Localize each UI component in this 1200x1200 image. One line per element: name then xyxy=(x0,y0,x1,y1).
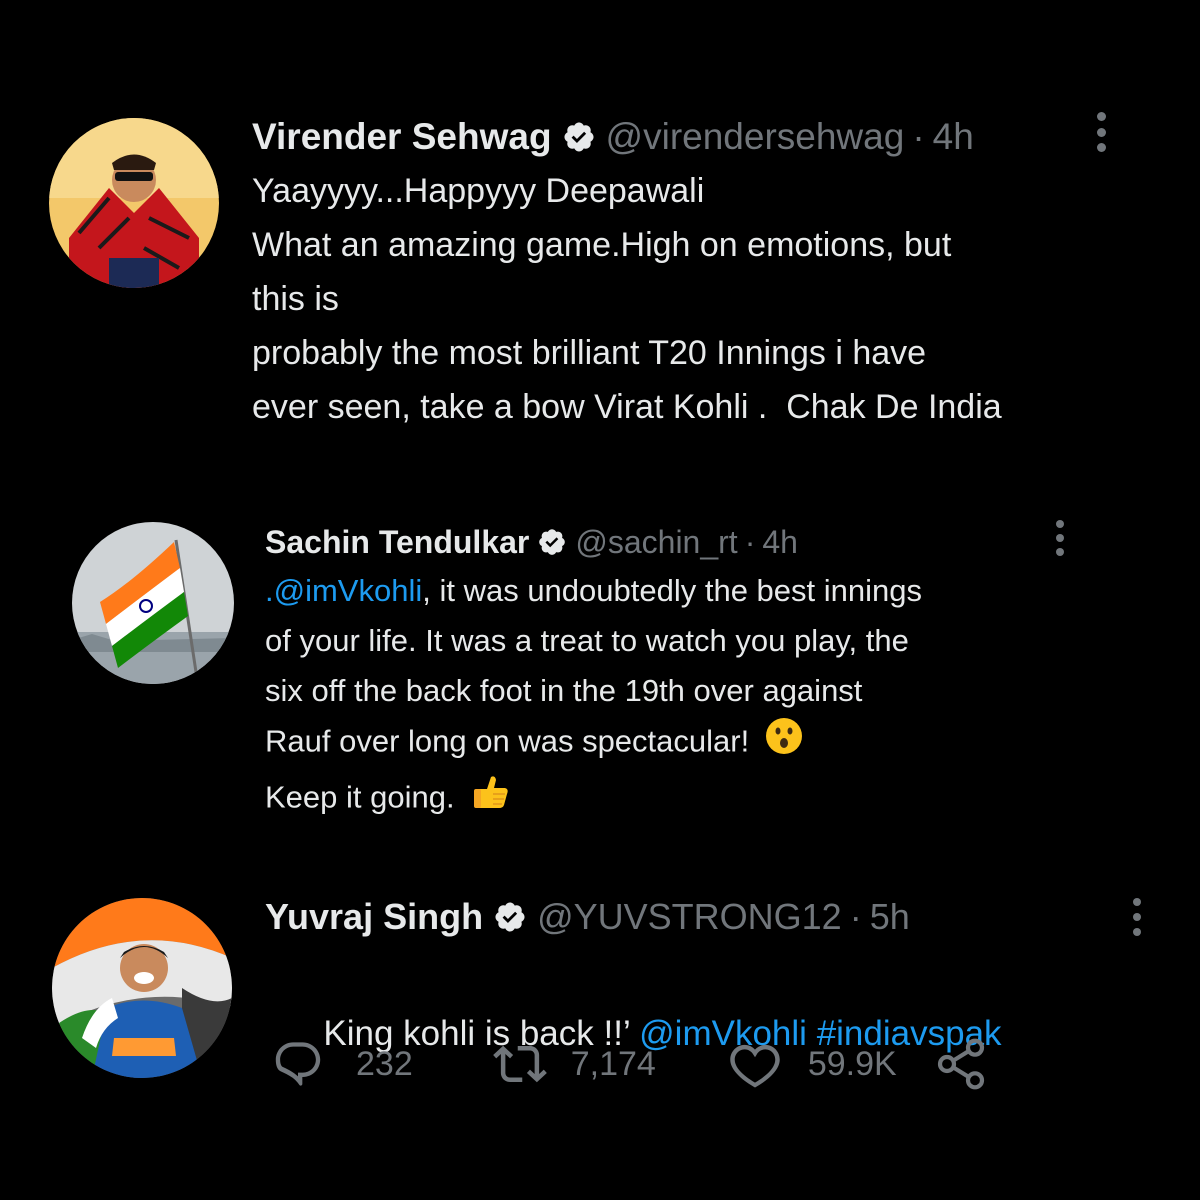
tweet-content: Virender Sehwag @virendersehwag · 4h Yaa… xyxy=(252,112,1152,434)
tweet-line: Rauf over long on was spectacular! xyxy=(265,716,1145,771)
timestamp[interactable]: 5h xyxy=(870,896,910,938)
share-button[interactable] xyxy=(933,1036,989,1092)
tweet-text: Yaayyyy...Happyyy Deepawali What an amaz… xyxy=(252,164,1152,434)
author-handle[interactable]: @virendersehwag xyxy=(606,116,905,158)
tweet-header: Virender Sehwag @virendersehwag · 4h xyxy=(252,112,1152,162)
tweet-line-text: Keep it going. xyxy=(265,779,455,815)
tweet-text: .@imVkohli, it was undoubtedly the best … xyxy=(265,566,1145,828)
like-button[interactable]: 59.9K xyxy=(728,1037,897,1091)
tweet-line: ever seen, take a bow Virat Kohli . Chak… xyxy=(252,388,1002,426)
tweet-line: this is xyxy=(252,280,339,318)
tweet-yuvraj[interactable]: Yuvraj Singh @YUVSTRONG12 · 5h King kohl… xyxy=(0,880,1200,1200)
tweet-sehwag[interactable]: Virender Sehwag @virendersehwag · 4h Yaa… xyxy=(0,0,1200,480)
separator-dot: · xyxy=(744,523,756,560)
reply-icon xyxy=(272,1038,324,1090)
share-icon xyxy=(933,1036,989,1092)
more-options-icon[interactable] xyxy=(1130,898,1144,936)
tweet-line: .@imVkohli, it was undoubtedly the best … xyxy=(265,566,1145,616)
timestamp[interactable]: 4h xyxy=(762,524,798,561)
face-with-open-mouth-emoji xyxy=(764,716,804,771)
tweet-line: Keep it going. xyxy=(265,771,1145,828)
avatar-yuvraj[interactable] xyxy=(52,898,232,1078)
avatar-image xyxy=(52,898,232,1078)
tweet-line: of your life. It was a treat to watch yo… xyxy=(265,623,909,658)
tweet-line-text: Rauf over long on was spectacular! xyxy=(265,723,750,759)
tweet-header: Sachin Tendulkar @sachin_rt · 4h xyxy=(265,520,1145,564)
like-icon xyxy=(728,1037,782,1091)
tweet-line: Yaayyyy...Happyyy Deepawali xyxy=(252,172,705,210)
author-name[interactable]: Sachin Tendulkar xyxy=(265,524,529,561)
more-options-icon[interactable] xyxy=(1054,520,1066,556)
mention-link[interactable]: .@imVkohli xyxy=(265,573,422,608)
avatar-image xyxy=(49,118,219,288)
more-options-icon[interactable] xyxy=(1094,112,1108,152)
avatar-image xyxy=(72,522,234,684)
reply-button[interactable]: 232 xyxy=(272,1038,413,1090)
timestamp[interactable]: 4h xyxy=(933,116,974,158)
avatar-sachin[interactable] xyxy=(72,522,234,684)
author-handle[interactable]: @sachin_rt xyxy=(575,524,737,561)
reply-count: 232 xyxy=(356,1044,413,1083)
verified-badge-icon xyxy=(537,527,567,557)
tweet-line: six off the back foot in the 19th over a… xyxy=(265,673,863,708)
author-name[interactable]: Virender Sehwag xyxy=(252,116,552,158)
verified-badge-icon xyxy=(562,120,596,154)
tweet-content: Sachin Tendulkar @sachin_rt · 4h .@imVko… xyxy=(265,520,1145,828)
retweet-button[interactable]: 7,174 xyxy=(492,1037,656,1091)
tweet-actions: 232 7,174 59.9K xyxy=(272,1036,989,1092)
separator-dot: · xyxy=(849,896,862,937)
avatar-sehwag[interactable] xyxy=(49,118,219,288)
tweet-sachin[interactable]: Sachin Tendulkar @sachin_rt · 4h .@imVko… xyxy=(0,480,1200,880)
tweet-header: Yuvraj Singh @YUVSTRONG12 · 5h xyxy=(265,894,1145,940)
separator-dot: · xyxy=(912,116,925,157)
thumbs-up-emoji xyxy=(469,771,511,828)
author-name[interactable]: Yuvraj Singh xyxy=(265,896,483,938)
retweet-icon xyxy=(492,1037,547,1091)
retweet-count: 7,174 xyxy=(570,1044,656,1083)
tweet-line: What an amazing game.High on emotions, b… xyxy=(252,226,952,264)
verified-badge-icon xyxy=(493,900,527,934)
like-count: 59.9K xyxy=(807,1044,897,1083)
tweet-line: probably the most brilliant T20 Innings … xyxy=(252,334,927,372)
author-handle[interactable]: @YUVSTRONG12 xyxy=(537,896,842,938)
tweet-line-rest: , it was undoubtedly the best innings xyxy=(422,573,923,608)
tweet-text: King kohli is back !!’ @imVkohli #indiav… xyxy=(265,944,1145,1124)
